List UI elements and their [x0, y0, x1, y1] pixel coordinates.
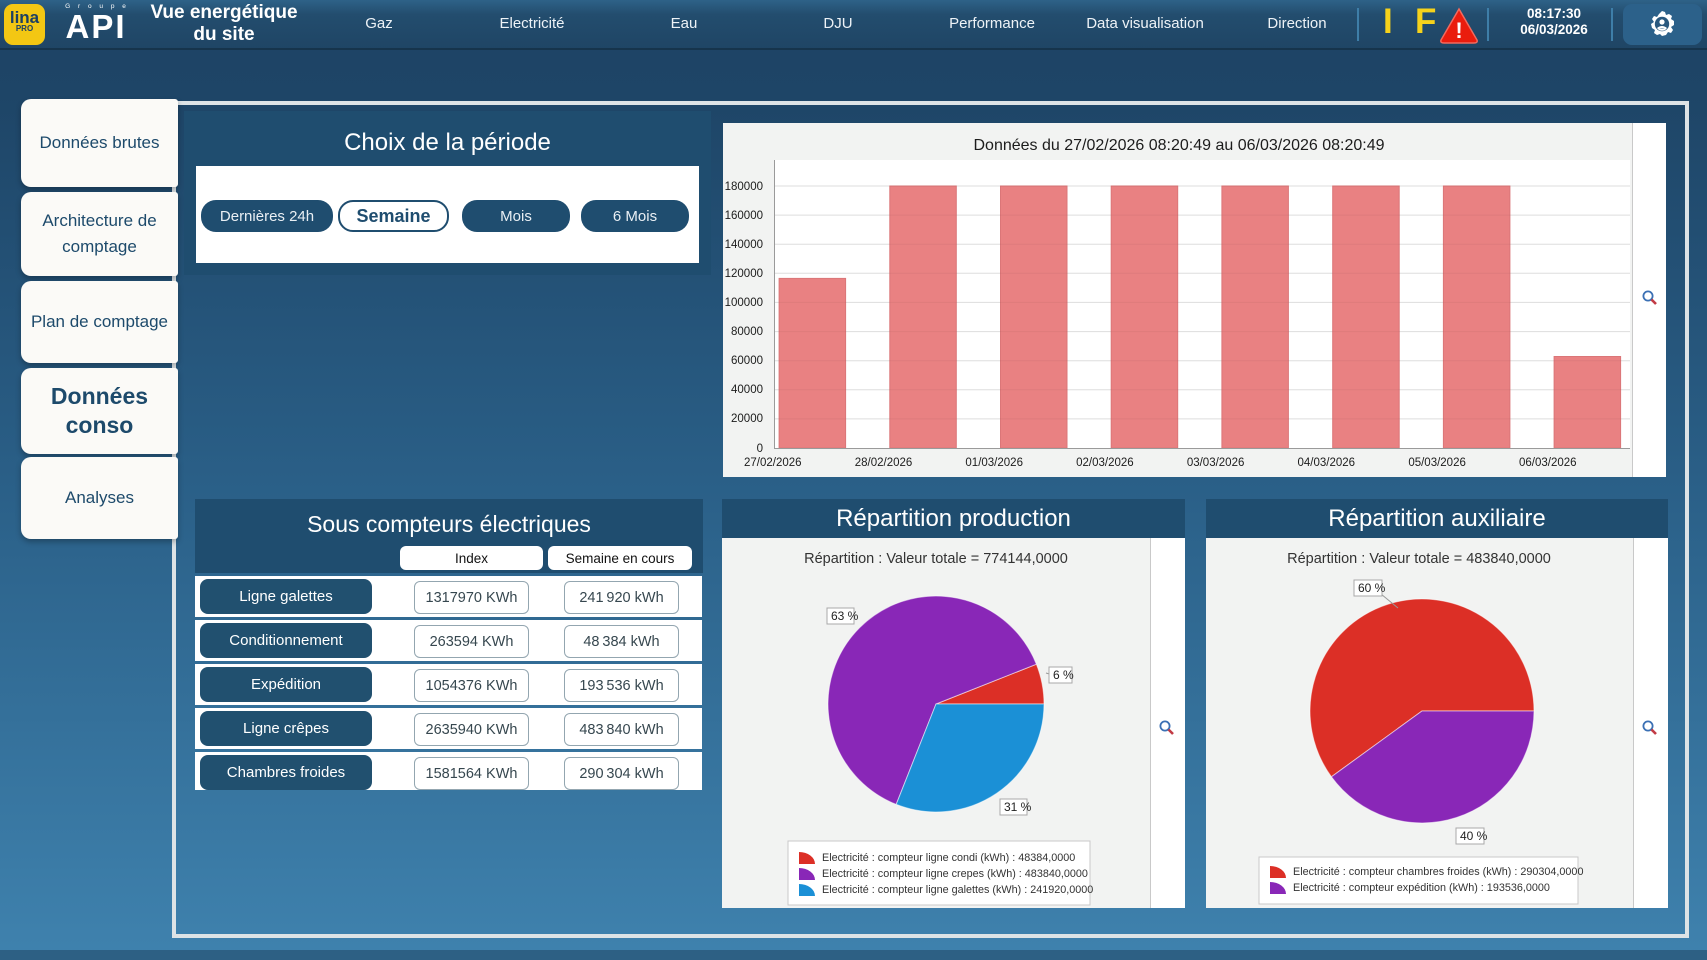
svg-text:60000: 60000: [731, 355, 763, 367]
svg-text:Répartition : Valeur totale =: Répartition : Valeur totale = 483840,000…: [1287, 551, 1551, 567]
svg-text:6 %: 6 %: [1053, 668, 1074, 682]
svg-text:03/03/2026: 03/03/2026: [1187, 457, 1245, 469]
svg-text:Répartition : Valeur totale =: Répartition : Valeur totale = 774144,000…: [804, 551, 1068, 567]
svg-text:27/02/2026: 27/02/2026: [744, 457, 802, 469]
svg-text:40000: 40000: [731, 384, 763, 396]
svg-text:40 %: 40 %: [1460, 829, 1488, 843]
svg-text:100000: 100000: [725, 297, 763, 309]
svg-text:Electricité : compteur chambre: Electricité : compteur chambres froides …: [1293, 866, 1583, 878]
svg-text:0: 0: [757, 443, 763, 455]
svg-text:60 %: 60 %: [1358, 581, 1386, 595]
svg-text:160000: 160000: [725, 210, 763, 222]
svg-text:80000: 80000: [731, 326, 763, 338]
svg-text:180000: 180000: [725, 181, 763, 193]
svg-text:Electricité : compteur ligne g: Electricité : compteur ligne galettes (k…: [822, 884, 1093, 896]
svg-text:Electricité : compteur ligne c: Electricité : compteur ligne crepes (kWh…: [822, 868, 1088, 880]
svg-text:140000: 140000: [725, 239, 763, 251]
svg-text:Electricité : compteur expédit: Electricité : compteur expédition (kWh) …: [1293, 882, 1550, 894]
svg-text:20000: 20000: [731, 413, 763, 425]
svg-text:120000: 120000: [725, 268, 763, 280]
svg-text:Electricité : compteur ligne c: Electricité : compteur ligne condi (kWh)…: [822, 852, 1075, 864]
svg-text:01/03/2026: 01/03/2026: [965, 457, 1023, 469]
svg-text:Données du 27/02/2026 08:20:49: Données du 27/02/2026 08:20:49 au 06/03/…: [973, 137, 1384, 154]
svg-text:31 %: 31 %: [1004, 800, 1032, 814]
svg-text:04/03/2026: 04/03/2026: [1298, 457, 1356, 469]
svg-text:28/02/2026: 28/02/2026: [855, 457, 913, 469]
svg-text:05/03/2026: 05/03/2026: [1408, 457, 1466, 469]
svg-text:63 %: 63 %: [831, 609, 859, 623]
svg-text:06/03/2026: 06/03/2026: [1519, 457, 1577, 469]
svg-text:!: !: [1455, 18, 1462, 43]
svg-text:02/03/2026: 02/03/2026: [1076, 457, 1134, 469]
